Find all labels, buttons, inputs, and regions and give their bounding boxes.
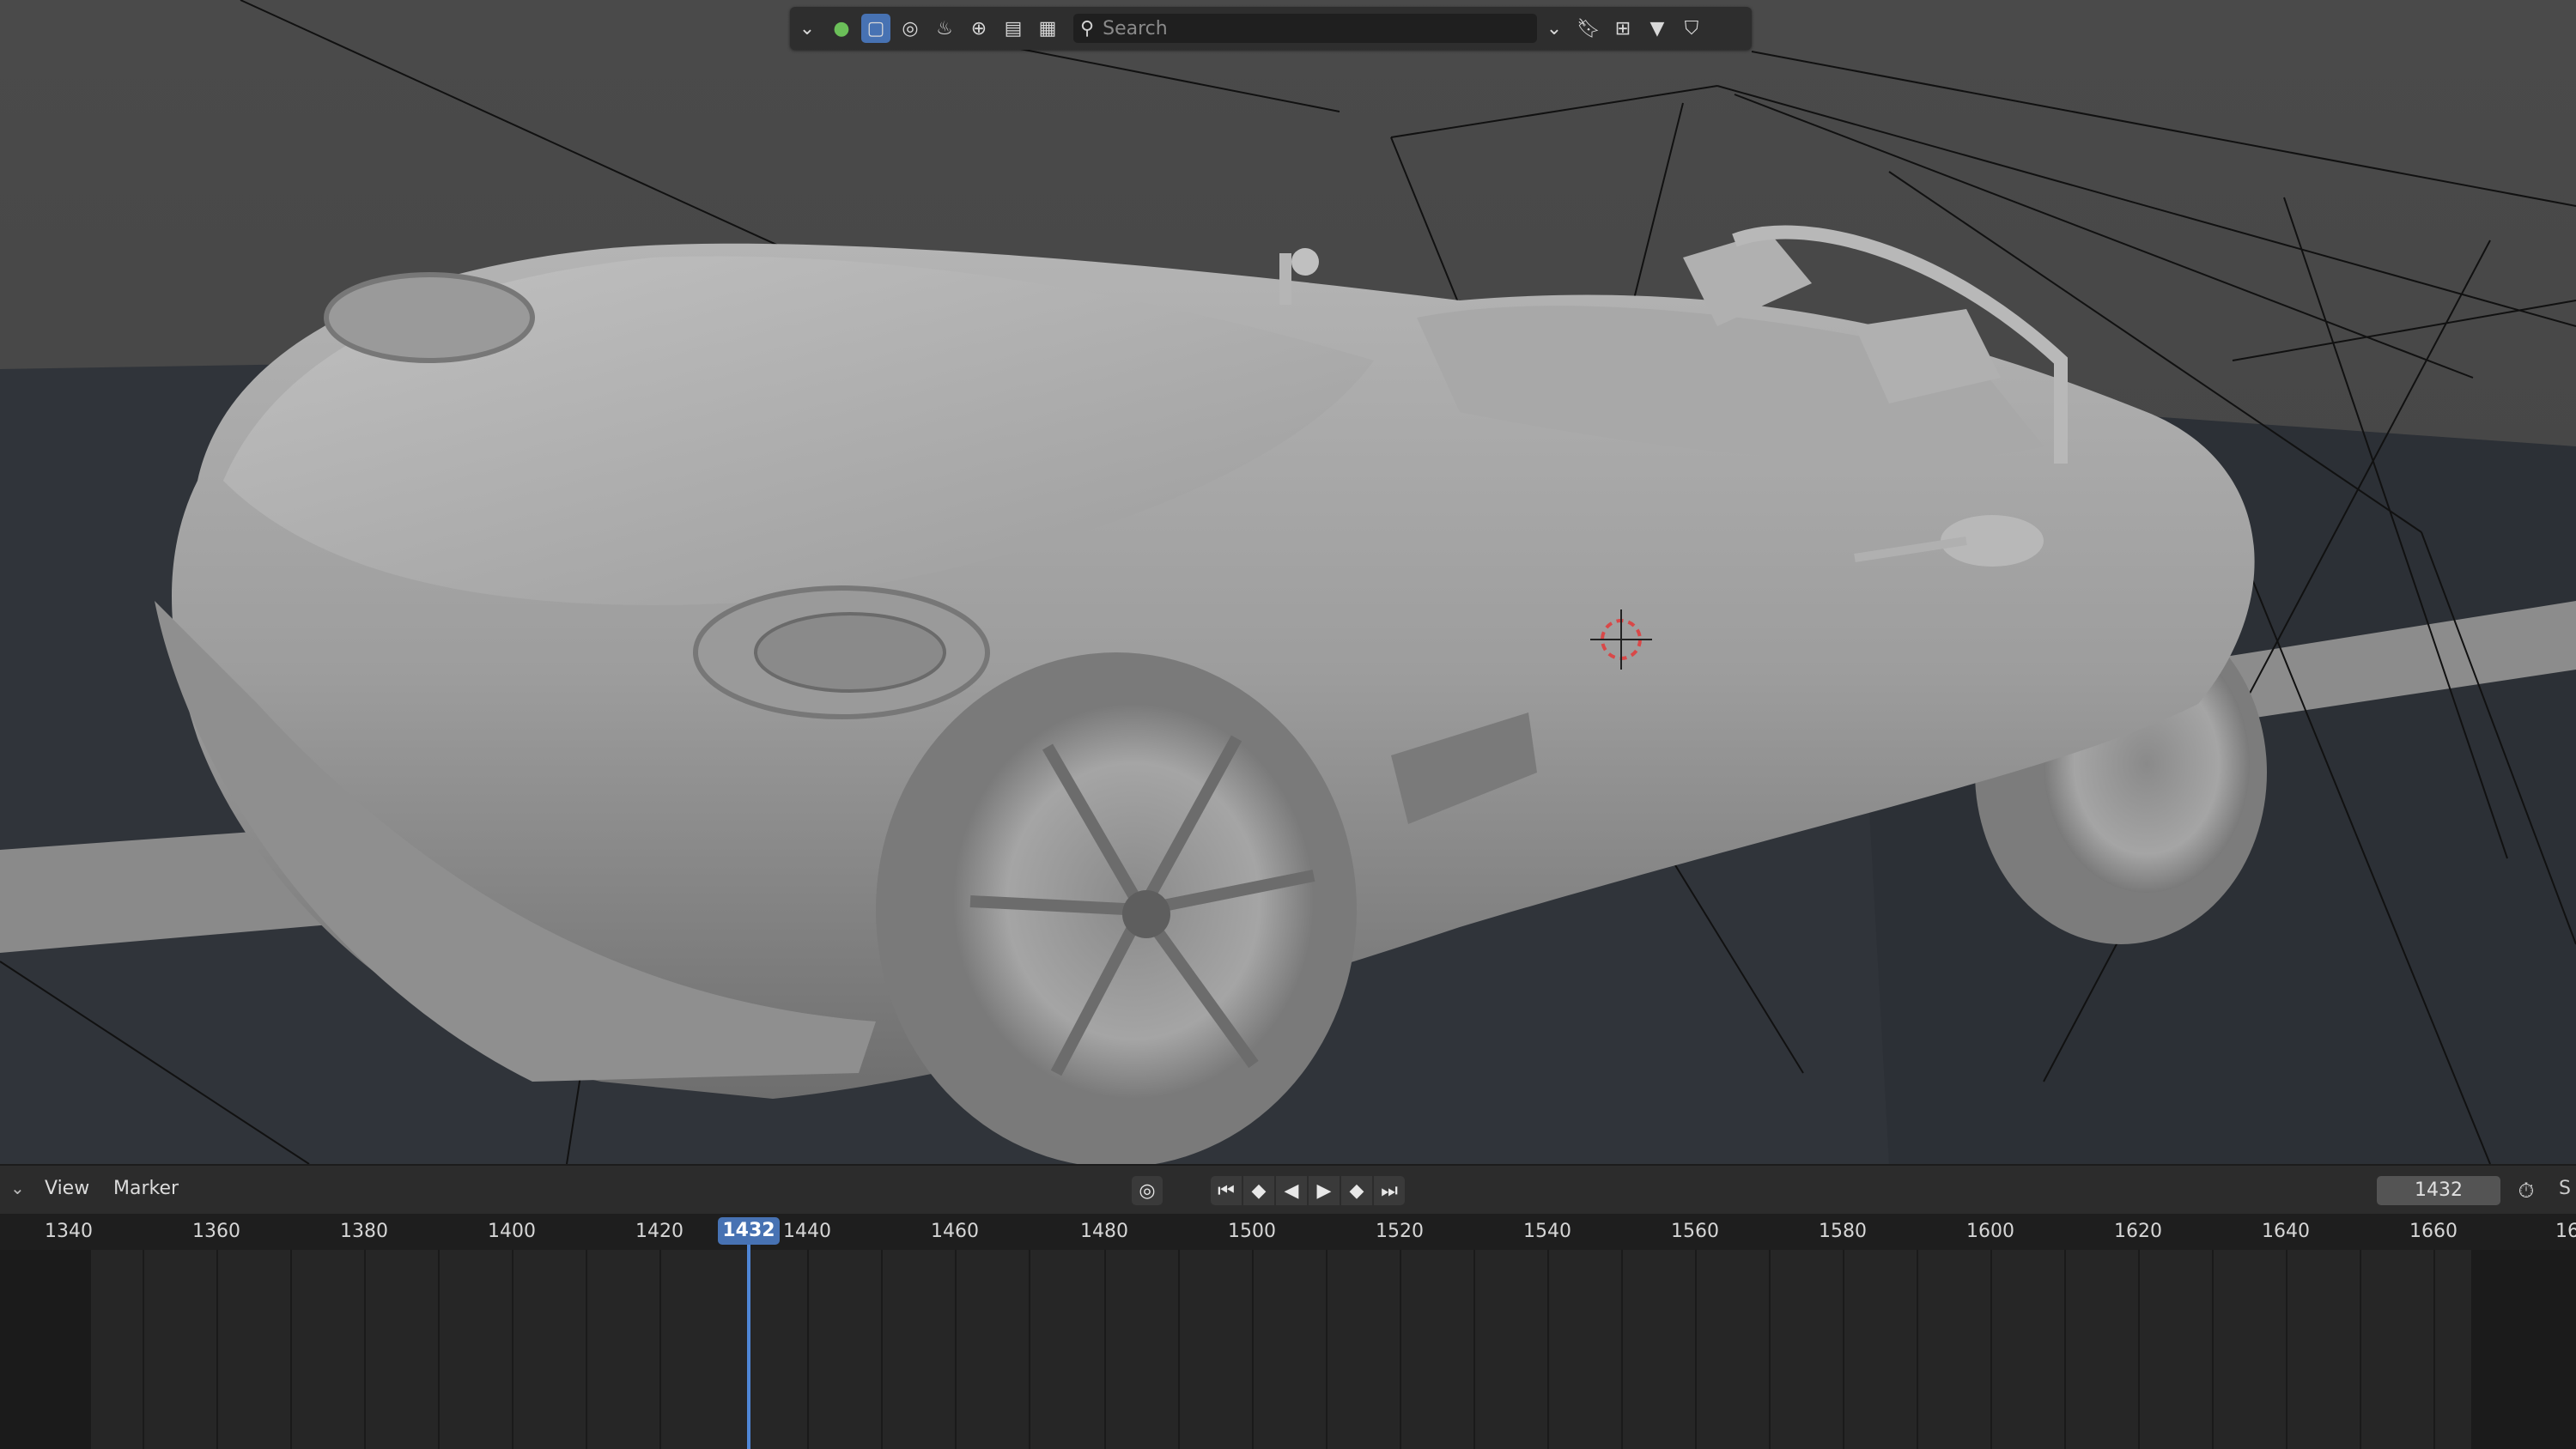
- grid-line: [1695, 1250, 1697, 1449]
- color-sphere-icon[interactable]: ●: [827, 14, 856, 43]
- ruler-tick: 1480: [1080, 1221, 1128, 1242]
- ruler-tick: 1580: [1819, 1221, 1867, 1242]
- ruler-tick: 1620: [2114, 1221, 2162, 1242]
- grid-line: [659, 1250, 661, 1449]
- ruler-tick: 1600: [1966, 1221, 2014, 1242]
- car-model-render: [0, 0, 2576, 1164]
- prev-keyframe-icon[interactable]: ◆: [1243, 1176, 1274, 1205]
- grid-line: [1252, 1250, 1254, 1449]
- globe-icon[interactable]: ◎: [896, 14, 925, 43]
- grid-line: [143, 1250, 144, 1449]
- record-icon[interactable]: ◎: [1132, 1176, 1163, 1205]
- grid-line: [586, 1250, 587, 1449]
- stopwatch-icon[interactable]: ⏱: [2511, 1176, 2542, 1205]
- ruler-tick: 1520: [1376, 1221, 1424, 1242]
- ruler-tick: 1560: [1671, 1221, 1719, 1242]
- grid-line: [1104, 1250, 1106, 1449]
- shield-icon[interactable]: ⛉: [1677, 14, 1706, 43]
- search-icon: ⚲: [1080, 17, 1095, 39]
- ruler-tick: 1440: [783, 1221, 831, 1242]
- frame-ruler[interactable]: 1340 1360 1380 1400 1420 1440 1460 1480 …: [0, 1214, 2576, 1250]
- jump-end-icon[interactable]: ⏭: [1374, 1176, 1405, 1205]
- grid-line: [955, 1250, 957, 1449]
- grid-line: [1990, 1250, 1992, 1449]
- marker-menu[interactable]: Marker: [113, 1178, 179, 1199]
- current-frame-field[interactable]: 1432: [2377, 1176, 2500, 1205]
- next-keyframe-icon[interactable]: ◆: [1341, 1176, 1372, 1205]
- ruler-tick: 1540: [1523, 1221, 1571, 1242]
- grid-line: [1769, 1250, 1771, 1449]
- timeline-header: ⌄ View Marker ◎ ⏮ ◆ ◀ ▶ ◆ ⏭ 1432 ⏱ S: [0, 1164, 2576, 1214]
- collapse-arrow-icon[interactable]: ⌄: [10, 1178, 25, 1198]
- play-icon[interactable]: ▶: [1309, 1176, 1340, 1205]
- grid-line: [1547, 1250, 1549, 1449]
- dropdown-icon[interactable]: ⌄: [1540, 14, 1569, 43]
- viewport-header-toolbar: ⌄ ● ▢ ◎ ♨ ⊕ ▤ ▦ ⚲ ⌄ 🔖︎ ⊞ ▼ ⛉: [790, 7, 1752, 50]
- out-of-range-shade: [2471, 1250, 2576, 1449]
- ruler-tick: 16: [2555, 1221, 2576, 1242]
- grid-line: [2433, 1250, 2435, 1449]
- buildings-icon[interactable]: ▤: [999, 14, 1028, 43]
- ruler-tick: 1640: [2262, 1221, 2310, 1242]
- grid-line: [1473, 1250, 1475, 1449]
- grid-line: [1917, 1250, 1918, 1449]
- out-of-range-shade: [0, 1250, 91, 1449]
- search-input[interactable]: [1101, 16, 1517, 40]
- grid-line: [1621, 1250, 1623, 1449]
- jump-start-icon[interactable]: ⏮: [1211, 1176, 1242, 1205]
- ruler-tick: 1660: [2409, 1221, 2458, 1242]
- grid-line: [2212, 1250, 2214, 1449]
- grid-line: [438, 1250, 440, 1449]
- grid-line: [1843, 1250, 1844, 1449]
- grid-line: [1178, 1250, 1180, 1449]
- grid-line: [216, 1250, 218, 1449]
- timeline-area[interactable]: [0, 1250, 2576, 1449]
- ruler-tick: 1360: [192, 1221, 240, 1242]
- grid-line: [1400, 1250, 1401, 1449]
- current-frame-badge[interactable]: 1432: [718, 1217, 780, 1245]
- grid-line: [2064, 1250, 2066, 1449]
- grid-line: [1029, 1250, 1030, 1449]
- ruler-tick: 1460: [931, 1221, 979, 1242]
- world-icon[interactable]: ⊕: [964, 14, 993, 43]
- 3d-viewport[interactable]: ⌄ ● ▢ ◎ ♨ ⊕ ▤ ▦ ⚲ ⌄ 🔖︎ ⊞ ▼ ⛉: [0, 0, 2576, 1164]
- view-menu[interactable]: View: [45, 1178, 89, 1199]
- grid-line: [881, 1250, 883, 1449]
- grid-line: [807, 1250, 809, 1449]
- grid-line: [2138, 1250, 2140, 1449]
- grid-line: [512, 1250, 513, 1449]
- ruler-tick: 1420: [635, 1221, 683, 1242]
- flame-icon[interactable]: ♨: [930, 14, 959, 43]
- ruler-tick: 1380: [340, 1221, 388, 1242]
- grid-line: [290, 1250, 292, 1449]
- ruler-tick: 1400: [488, 1221, 536, 1242]
- hierarchy-icon[interactable]: ⊞: [1608, 14, 1637, 43]
- select-box-icon[interactable]: ▢: [861, 14, 890, 43]
- filter-icon[interactable]: ▼: [1643, 14, 1672, 43]
- ruler-tick: 1340: [45, 1221, 93, 1242]
- layers-icon[interactable]: ▦: [1033, 14, 1062, 43]
- grid-line: [1326, 1250, 1327, 1449]
- grid-line: [2286, 1250, 2287, 1449]
- start-label: S: [2559, 1178, 2571, 1199]
- bookmark-icon[interactable]: 🔖︎: [1574, 14, 1603, 43]
- grid-line: [364, 1250, 366, 1449]
- search-field[interactable]: ⚲: [1073, 14, 1537, 43]
- playhead[interactable]: [747, 1245, 750, 1449]
- play-reverse-icon[interactable]: ◀: [1276, 1176, 1307, 1205]
- chevron-down-icon[interactable]: ⌄: [793, 14, 822, 43]
- ruler-tick: 1500: [1228, 1221, 1276, 1242]
- grid-line: [2360, 1250, 2361, 1449]
